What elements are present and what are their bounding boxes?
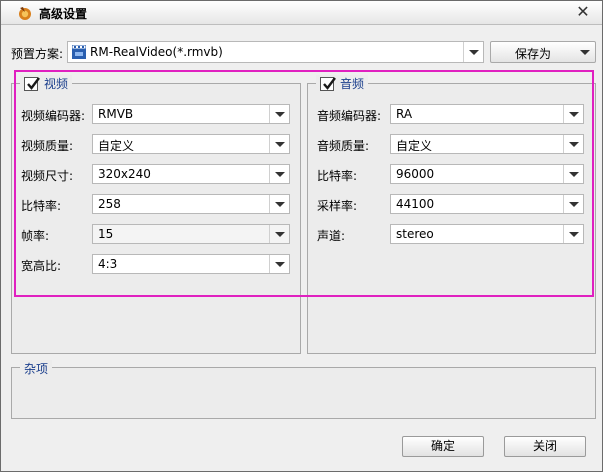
audio-legend: 音频 — [316, 75, 369, 92]
chevron-down-icon[interactable] — [563, 165, 583, 183]
video-aspect-label: 宽高比: — [21, 259, 62, 273]
audio-samplerate-select[interactable]: 44100 — [390, 194, 584, 214]
video-encoder-select[interactable]: RMVB — [92, 104, 290, 124]
chevron-down-icon[interactable] — [563, 135, 583, 153]
chevron-down-icon[interactable] — [269, 195, 289, 213]
film-clapper-icon — [71, 44, 87, 59]
video-quality-value: 自定义 — [98, 139, 135, 153]
ok-button[interactable]: 确定 — [402, 436, 484, 457]
video-legend-label: 视频 — [44, 77, 69, 91]
checkmark-icon — [323, 76, 336, 90]
audio-bitrate-label: 比特率: — [317, 169, 358, 183]
window-title: 高级设置 — [39, 7, 88, 21]
audio-channel-value: stereo — [396, 227, 434, 241]
checkmark-icon — [27, 76, 40, 90]
chevron-down-icon[interactable] — [269, 165, 289, 183]
video-size-select[interactable]: 320x240 — [92, 164, 290, 184]
advanced-settings-window: 高级设置 ✕ 预置方案: RM-RealVideo(*.rmvb) 保存为 视频… — [0, 0, 603, 472]
video-bitrate-select[interactable]: 258 — [92, 194, 290, 214]
video-quality-label: 视频质量: — [21, 139, 74, 153]
preset-label: 预置方案: — [11, 47, 64, 61]
save-as-label: 保存为 — [515, 47, 552, 61]
misc-legend: 杂项 — [20, 360, 53, 377]
video-encoder-label: 视频编码器: — [21, 109, 86, 123]
chevron-down-icon[interactable] — [269, 255, 289, 273]
audio-legend-label: 音频 — [340, 77, 365, 91]
audio-encoder-value: RA — [396, 107, 413, 121]
audio-encoder-label: 音频编码器: — [317, 109, 382, 123]
video-enable-checkbox[interactable] — [24, 76, 40, 91]
preset-value: RM-RealVideo(*.rmvb) — [90, 45, 223, 59]
chevron-down-icon[interactable] — [575, 42, 595, 62]
video-size-label: 视频尺寸: — [21, 169, 74, 183]
audio-enable-checkbox[interactable] — [320, 76, 336, 91]
preset-select[interactable]: RM-RealVideo(*.rmvb) — [67, 41, 484, 63]
audio-quality-value: 自定义 — [396, 139, 433, 153]
audio-bitrate-select[interactable]: 96000 — [390, 164, 584, 184]
title-bar: 高级设置 ✕ — [1, 1, 602, 25]
chevron-down-icon[interactable] — [269, 105, 289, 123]
audio-samplerate-label: 采样率: — [317, 199, 358, 213]
app-logo-icon — [17, 5, 33, 21]
chevron-down-icon[interactable] — [269, 225, 289, 243]
audio-bitrate-value: 96000 — [396, 167, 435, 181]
chevron-down-icon[interactable] — [563, 225, 583, 243]
close-button[interactable]: 关闭 — [504, 436, 586, 457]
video-bitrate-label: 比特率: — [21, 199, 62, 213]
video-framerate-label: 帧率: — [21, 229, 50, 243]
video-aspect-value: 4:3 — [98, 257, 118, 271]
video-framerate-select[interactable]: 15 — [92, 224, 290, 244]
chevron-down-icon[interactable] — [563, 105, 583, 123]
chevron-down-icon[interactable] — [463, 42, 483, 62]
video-quality-select[interactable]: 自定义 — [92, 134, 290, 154]
misc-group: 杂项 — [11, 360, 596, 419]
audio-samplerate-value: 44100 — [396, 197, 435, 211]
chevron-down-icon[interactable] — [269, 135, 289, 153]
chevron-down-icon[interactable] — [563, 195, 583, 213]
video-legend: 视频 — [20, 75, 73, 92]
video-bitrate-value: 258 — [98, 197, 121, 211]
audio-channel-label: 声道: — [317, 229, 346, 243]
audio-quality-select[interactable]: 自定义 — [390, 134, 584, 154]
close-icon[interactable]: ✕ — [574, 3, 592, 21]
save-as-button[interactable]: 保存为 — [490, 41, 596, 63]
audio-quality-label: 音频质量: — [317, 139, 370, 153]
video-size-value: 320x240 — [98, 167, 151, 181]
video-framerate-value: 15 — [98, 227, 114, 241]
audio-channel-select[interactable]: stereo — [390, 224, 584, 244]
misc-legend-label: 杂项 — [24, 362, 49, 376]
video-encoder-value: RMVB — [98, 107, 134, 121]
audio-encoder-select[interactable]: RA — [390, 104, 584, 124]
video-aspect-select[interactable]: 4:3 — [92, 254, 290, 274]
